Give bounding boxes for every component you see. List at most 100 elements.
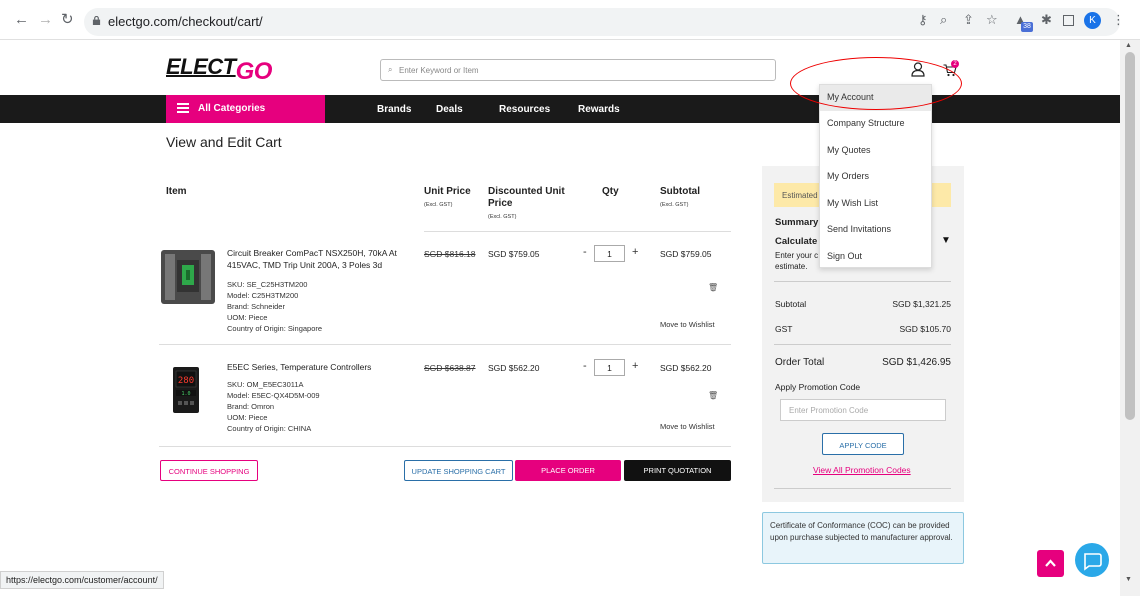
product-sku: SKU: OM_E5EC3011A bbox=[227, 380, 304, 389]
zoom-icon[interactable]: ⌕ bbox=[940, 13, 947, 26]
nav-link-brands[interactable]: Brands bbox=[377, 104, 411, 115]
puzzle-icon[interactable]: ✱ bbox=[1041, 13, 1052, 26]
print-quotation-button[interactable]: PRINT QUOTATION bbox=[624, 460, 731, 481]
product-brand: Brand: Schneider bbox=[227, 302, 285, 311]
profile-avatar[interactable]: K bbox=[1084, 12, 1101, 29]
all-categories-button[interactable]: All Categories bbox=[166, 95, 325, 123]
continue-shopping-button[interactable]: CONTINUE SHOPPING bbox=[160, 460, 258, 481]
all-categories-label: All Categories bbox=[198, 103, 266, 114]
svg-text:1.0: 1.0 bbox=[181, 391, 190, 397]
browser-toolbar: ← → ↻ electgo.com/checkout/cart/ ⚷ ⌕ ⇪ ☆… bbox=[0, 0, 1140, 40]
product-model: Model: E5EC-QX4D5M-009 bbox=[227, 391, 320, 400]
expand-triangle-icon[interactable]: ▼ bbox=[941, 235, 951, 246]
order-total-value: SGD $1,426.95 bbox=[882, 357, 951, 368]
product-origin: Country of Origin: CHINA bbox=[227, 424, 312, 433]
search-icon: ⌕ bbox=[388, 65, 393, 74]
chevron-up-icon bbox=[1045, 559, 1056, 567]
product-name[interactable]: E5EC Series, Temperature Controllers bbox=[227, 361, 412, 373]
hamburger-icon bbox=[177, 103, 189, 113]
key-icon[interactable]: ⚷ bbox=[918, 13, 928, 26]
discounted-price: SGD $759.05 bbox=[488, 249, 540, 259]
discounted-price-note: (Excl. GST) bbox=[488, 214, 517, 220]
product-uom: UOM: Piece bbox=[227, 413, 268, 422]
divider bbox=[774, 281, 951, 282]
share-icon[interactable]: ⇪ bbox=[963, 13, 974, 26]
column-header-qty: Qty bbox=[602, 186, 619, 197]
site-logo[interactable]: ELECTGO bbox=[166, 53, 272, 85]
product-details: SKU: OM_E5EC3011A Model: E5EC-QX4D5M-009… bbox=[227, 379, 320, 434]
forward-arrow-icon[interactable]: → bbox=[38, 12, 53, 27]
chat-bubble-icon bbox=[1084, 553, 1102, 571]
apply-code-button[interactable]: APPLY CODE bbox=[822, 433, 904, 455]
gst-label: GST bbox=[775, 324, 793, 334]
qty-increment-button[interactable]: + bbox=[632, 360, 638, 372]
discounted-price: SGD $562.20 bbox=[488, 363, 540, 373]
sidepanel-icon[interactable] bbox=[1063, 15, 1074, 26]
menu-item-company-structure[interactable]: Company Structure bbox=[820, 111, 931, 137]
back-arrow-icon[interactable]: ← bbox=[14, 12, 29, 27]
menu-item-my-orders[interactable]: My Orders bbox=[820, 164, 931, 190]
search-placeholder: Enter Keyword or Item bbox=[399, 66, 479, 75]
divider bbox=[424, 231, 731, 232]
subtotal-label: Subtotal bbox=[775, 299, 807, 309]
product-name[interactable]: Circuit Breaker ComPacT NSX250H, 70kA At… bbox=[227, 247, 412, 271]
main-nav: All Categories Brands Deals Resources Re… bbox=[0, 95, 1120, 123]
summary-heading: Summary bbox=[775, 217, 819, 228]
url-text: electgo.com/checkout/cart/ bbox=[108, 14, 263, 29]
line-subtotal: SGD $759.05 bbox=[660, 249, 712, 259]
scrollbar-thumb[interactable] bbox=[1125, 52, 1135, 420]
line-subtotal: SGD $562.20 bbox=[660, 363, 712, 373]
product-image-circuit-breaker[interactable] bbox=[159, 248, 217, 306]
calculate-heading[interactable]: Calculate bbox=[775, 236, 817, 247]
trash-icon[interactable]: 🗑 bbox=[708, 391, 718, 400]
menu-item-my-quotes[interactable]: My Quotes bbox=[820, 138, 931, 164]
promo-heading: Apply Promotion Code bbox=[775, 382, 861, 392]
order-total-label: Order Total bbox=[775, 357, 825, 368]
view-all-promo-codes-link[interactable]: View All Promotion Codes bbox=[813, 465, 911, 475]
nav-link-rewards[interactable]: Rewards bbox=[578, 104, 620, 115]
search-input[interactable]: ⌕ Enter Keyword or Item bbox=[380, 59, 776, 81]
menu-item-sign-out[interactable]: Sign Out bbox=[820, 244, 931, 270]
coc-notice: Certificate of Conformance (COC) can be … bbox=[762, 512, 964, 564]
scroll-down-arrow-icon[interactable]: ▼ bbox=[1125, 576, 1132, 583]
product-image-temperature-controller[interactable]: 280 1.0 bbox=[170, 365, 204, 415]
qty-increment-button[interactable]: + bbox=[632, 246, 638, 258]
browser-status-bar: https://electgo.com/customer/account/ bbox=[0, 571, 164, 589]
scroll-to-top-button[interactable] bbox=[1037, 550, 1064, 577]
trash-icon[interactable]: 🗑 bbox=[708, 283, 718, 292]
menu-item-send-invitations[interactable]: Send Invitations bbox=[820, 217, 931, 243]
calculate-hint-line2: estimate. bbox=[775, 262, 808, 271]
subtotal-note: (Excl. GST) bbox=[660, 202, 689, 208]
original-price: SGD $638.87 bbox=[424, 363, 476, 373]
nav-link-deals[interactable]: Deals bbox=[436, 104, 463, 115]
qty-decrement-button[interactable]: - bbox=[583, 360, 587, 372]
divider bbox=[774, 344, 951, 345]
extension-badge: 38 bbox=[1021, 22, 1033, 32]
column-header-item: Item bbox=[166, 186, 187, 197]
svg-text:280: 280 bbox=[178, 376, 194, 386]
place-order-button[interactable]: PLACE ORDER bbox=[515, 460, 621, 481]
qty-decrement-button[interactable]: - bbox=[583, 246, 587, 258]
subtotal-value: SGD $1,321.25 bbox=[892, 299, 951, 309]
menu-item-my-wish-list[interactable]: My Wish List bbox=[820, 191, 931, 217]
promo-code-input[interactable]: Enter Promotion Code bbox=[780, 399, 946, 421]
qty-input[interactable]: 1 bbox=[594, 359, 625, 376]
bookmark-star-icon[interactable]: ☆ bbox=[986, 13, 998, 26]
column-header-discounted: Discounted Unit bbox=[488, 186, 565, 197]
divider bbox=[159, 344, 731, 345]
product-model: Model: C25H3TM200 bbox=[227, 291, 299, 300]
scroll-up-arrow-icon[interactable]: ▲ bbox=[1125, 42, 1132, 49]
move-to-wishlist-link[interactable]: Move to Wishlist bbox=[660, 320, 715, 329]
update-cart-button[interactable]: UPDATE SHOPPING CART bbox=[404, 460, 513, 481]
nav-link-resources[interactable]: Resources bbox=[499, 104, 550, 115]
calculate-hint: Enter your c bbox=[775, 251, 819, 260]
move-to-wishlist-link[interactable]: Move to Wishlist bbox=[660, 422, 715, 431]
divider bbox=[159, 446, 731, 447]
chat-button[interactable] bbox=[1075, 543, 1109, 577]
kebab-menu-icon[interactable]: ⋮ bbox=[1112, 13, 1125, 26]
reload-icon[interactable]: ↻ bbox=[61, 12, 74, 27]
qty-input[interactable]: 1 bbox=[594, 245, 625, 262]
product-sku: SKU: SE_C25H3TM200 bbox=[227, 280, 308, 289]
column-header-discounted-line2: Price bbox=[488, 198, 513, 209]
column-header-unit-price: Unit Price bbox=[424, 186, 471, 197]
